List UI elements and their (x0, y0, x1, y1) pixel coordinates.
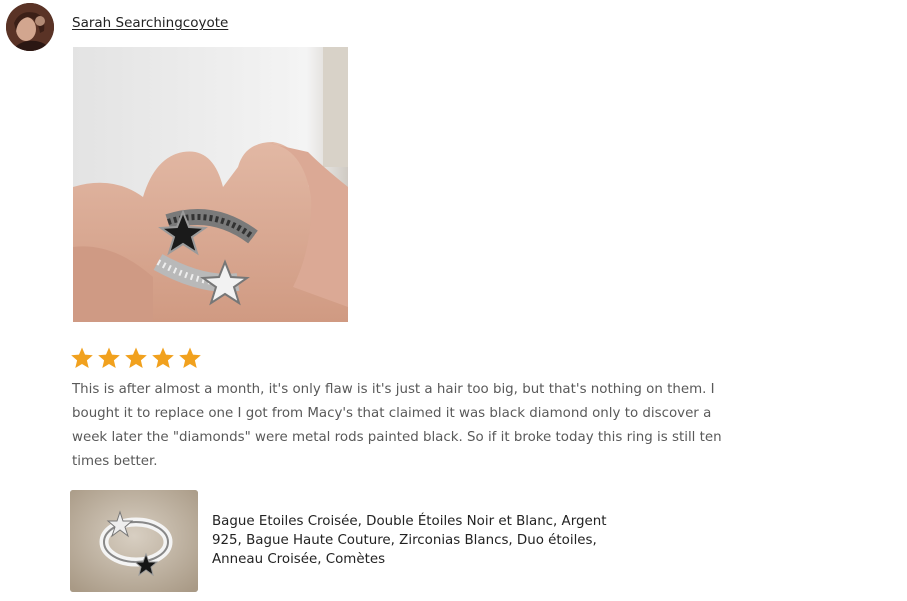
star-icon (178, 346, 202, 370)
review-photo[interactable] (73, 47, 348, 322)
star-icon (151, 346, 175, 370)
product-title-link[interactable]: Bague Etoiles Croisée, Double Étoiles No… (212, 512, 622, 569)
product-ring-image (70, 490, 198, 592)
star-icon (97, 346, 121, 370)
reviewer-name-link[interactable]: Sarah Searchingcoyote (72, 15, 228, 31)
review-text: This is after almost a month, it's only … (72, 382, 722, 469)
rating-stars (70, 346, 202, 370)
avatar-image (6, 3, 54, 51)
product-thumbnail[interactable] (70, 490, 198, 592)
reviewer-avatar[interactable] (6, 3, 54, 51)
star-icon (124, 346, 148, 370)
ring-on-hand-image (73, 47, 348, 322)
star-icon (70, 346, 94, 370)
